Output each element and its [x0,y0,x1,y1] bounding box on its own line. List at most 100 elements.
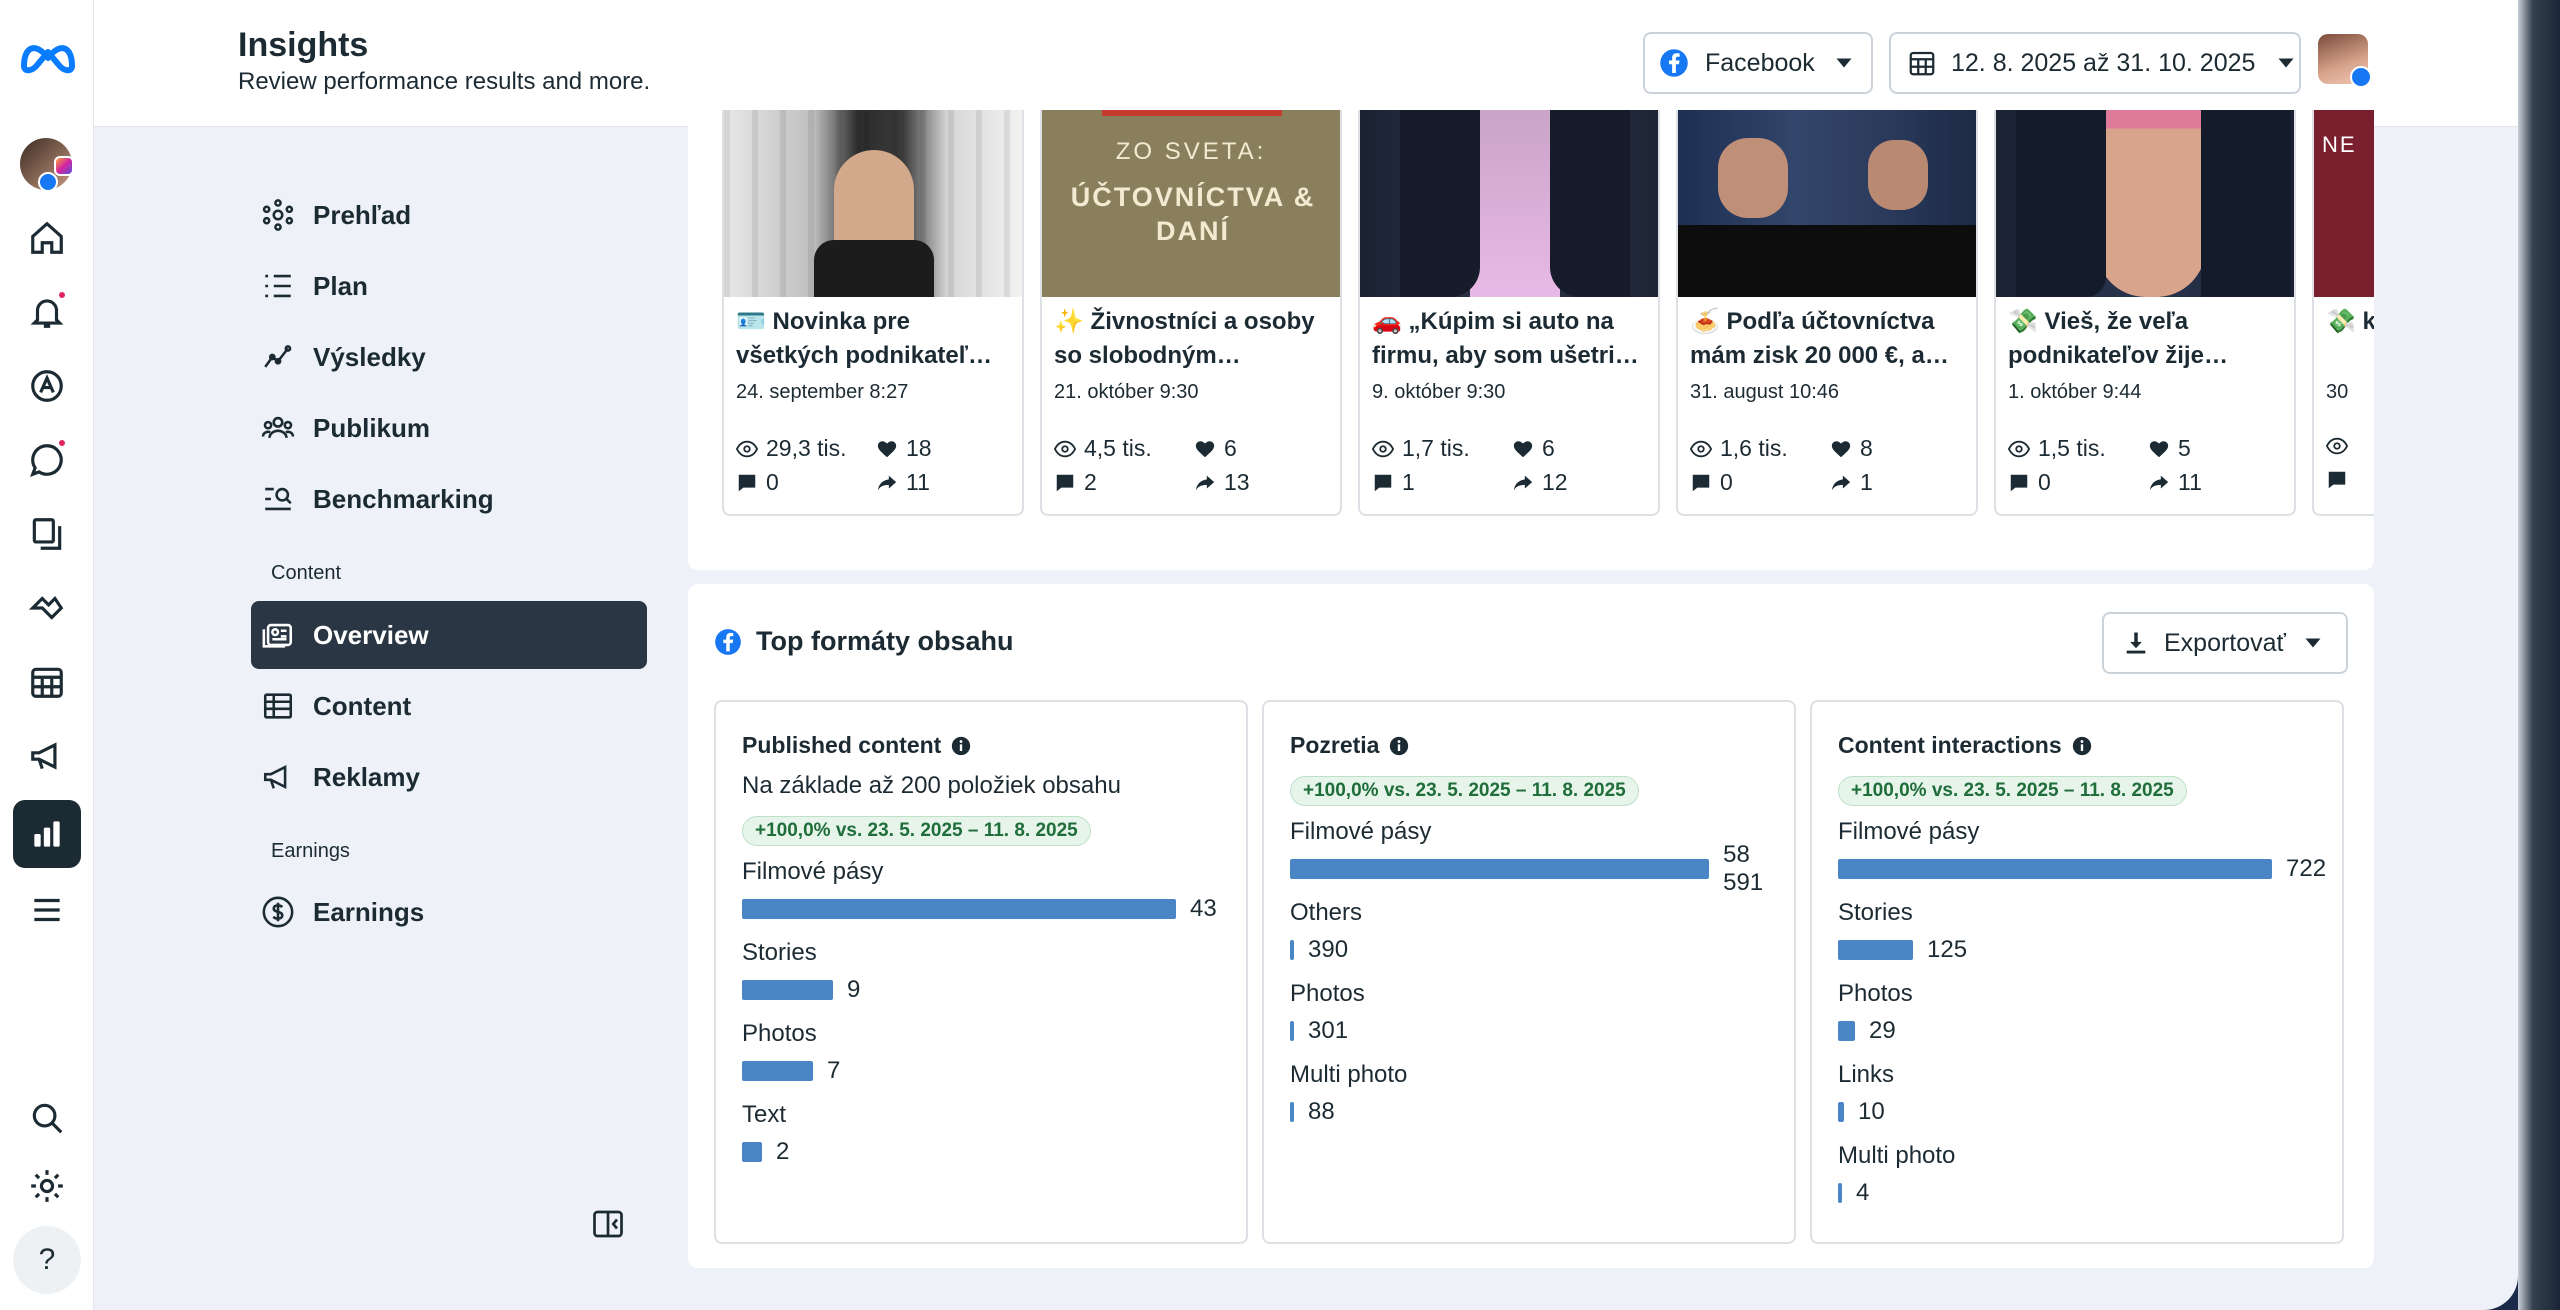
help-icon[interactable]: ? [13,1226,81,1294]
nav-item-benchmarking[interactable]: Benchmarking [251,465,647,533]
nav-item-vysledky[interactable]: Výsledky [251,323,647,391]
bar-label: Multi photo [1838,1142,1956,1169]
chevron-down-icon [1836,58,1852,68]
platform-selector[interactable]: Facebook [1643,32,1873,94]
likes-count: 8 [1860,435,1873,461]
notification-dot [57,290,67,300]
nav-item-reklamy[interactable]: Reklamy [251,743,647,811]
ads-icon[interactable] [13,352,81,420]
planner-icon[interactable] [13,648,81,716]
post-card[interactable]: NE 💸 kt 30 [2312,110,2374,516]
left-rail: ? [0,0,94,1310]
nav-item-overview[interactable]: Overview [251,601,647,669]
megaphone-icon[interactable] [13,722,81,790]
info-icon[interactable] [951,736,971,756]
post-card[interactable]: 🚗 „Kúpim si auto na firmu, aby som ušetr… [1358,110,1660,516]
shares-stat: 11 [2148,469,2202,496]
post-date: 1. október 9:44 [2008,381,2142,403]
bar [1838,859,2272,879]
post-thumbnail: NE [2314,110,2374,297]
bar [742,1142,762,1162]
bar [1838,1183,1842,1203]
chevron-down-icon [2278,58,2294,68]
comment-icon [1374,474,1392,491]
meta-logo-icon[interactable] [18,36,78,76]
export-button[interactable]: Exportovať [2102,612,2348,674]
post-card[interactable]: ZO SVETA: ÚČTOVNÍCTVA & DANÍ ✨ Živnostní… [1040,110,1342,516]
bar-label: Photos [1290,980,1365,1007]
insights-icon[interactable] [13,800,81,868]
heart-icon [2149,440,2169,457]
content-icon[interactable] [13,500,81,568]
post-title: 🪪 Novinka pre všetkých podnikateľ… [736,308,992,369]
bar-value: 88 [1308,1098,1335,1125]
bar-row: 58 591 [1290,841,1794,896]
nav-label: Benchmarking [313,483,494,514]
bar-value: 2 [776,1138,790,1165]
likes-count: 5 [2178,435,2191,461]
app-window: ? Insights Review performance results an… [0,0,2518,1310]
share-icon [1831,475,1851,490]
messages-icon[interactable] [13,426,81,494]
info-icon[interactable] [1389,736,1409,756]
likes-count: 6 [1224,435,1237,461]
shares-count: 12 [1542,469,1568,495]
post-card[interactable]: 🪪 Novinka pre všetkých podnikateľ… 24. s… [722,110,1024,516]
account-avatar[interactable] [20,138,74,192]
bar-row: 4 [1838,1179,1869,1206]
share-icon [2149,475,2169,490]
panel-title: Published content [742,732,971,759]
partnerships-icon[interactable] [13,574,81,642]
comment-icon [1056,474,1074,491]
bar-label: Filmové pásy [1838,818,1980,845]
bar-row: 9 [742,976,860,1003]
comment-icon [738,474,756,491]
collapse-sidebar-icon[interactable] [590,1206,626,1242]
home-icon[interactable] [13,204,81,272]
bar-label: Links [1838,1061,1895,1088]
bar [742,899,1176,919]
bar-row: 29 [1838,1017,1896,1044]
megaphone-icon [263,765,287,789]
post-date: 30 [2326,381,2349,403]
bar-value: 722 [2286,855,2327,882]
nav-item-content[interactable]: Content [251,672,647,740]
post-date: 21. október 9:30 [1054,381,1199,403]
info-icon[interactable] [2072,736,2092,756]
profile-avatar[interactable] [2318,34,2372,88]
nav-label: Reklamy [313,761,420,792]
eye-icon [2326,437,2348,455]
bar-label: Filmové pásy [1290,818,1432,845]
nav-label: Overview [313,619,429,650]
nav-label: Publikum [313,412,431,443]
nav-item-earnings[interactable]: Earnings [251,878,647,946]
comments-stat: 2 [1054,469,1097,496]
post-card[interactable]: 💸 Vieš, že veľa podnikateľov žije… 1. ok… [1994,110,2296,516]
panel-subtitle: Na základe až 200 položiek obsahu [742,772,1121,799]
comments-count: 0 [766,469,779,495]
likes-stat: 5 [2148,435,2191,462]
date-range-selector[interactable]: 12. 8. 2025 až 31. 10. 2025 [1889,32,2301,94]
post-title: 💸 Vieš, že veľa podnikateľov žije… [2008,308,2228,369]
shares-count: 11 [906,469,930,495]
panel-title: Content interactions [1838,732,2092,759]
dollar-icon [262,896,294,928]
shares-count: 11 [2178,469,2202,495]
settings-gear-icon[interactable] [13,1152,81,1220]
bar [1290,940,1294,960]
search-icon[interactable] [13,1084,81,1152]
post-date: 24. september 8:27 [736,381,909,403]
message-dot [57,438,67,448]
post-thumbnail [1678,110,1976,297]
nav-item-publikum[interactable]: Publikum [251,394,647,462]
nav-item-plan[interactable]: Plan [251,252,647,320]
post-card[interactable]: 🍝 Podľa účtovníctva mám zisk 20 000 €, a… [1676,110,1978,516]
top-formats-card: Top formáty obsahu Exportovať Published … [688,584,2374,1268]
bar-label: Photos [1838,980,1913,1007]
notifications-icon[interactable] [13,278,81,346]
calendar-icon [1909,51,1935,76]
nav-item-prehlad[interactable]: Prehľad [251,181,647,249]
share-icon [877,475,897,490]
bar-value: 390 [1308,936,1349,963]
menu-icon[interactable] [13,876,81,944]
